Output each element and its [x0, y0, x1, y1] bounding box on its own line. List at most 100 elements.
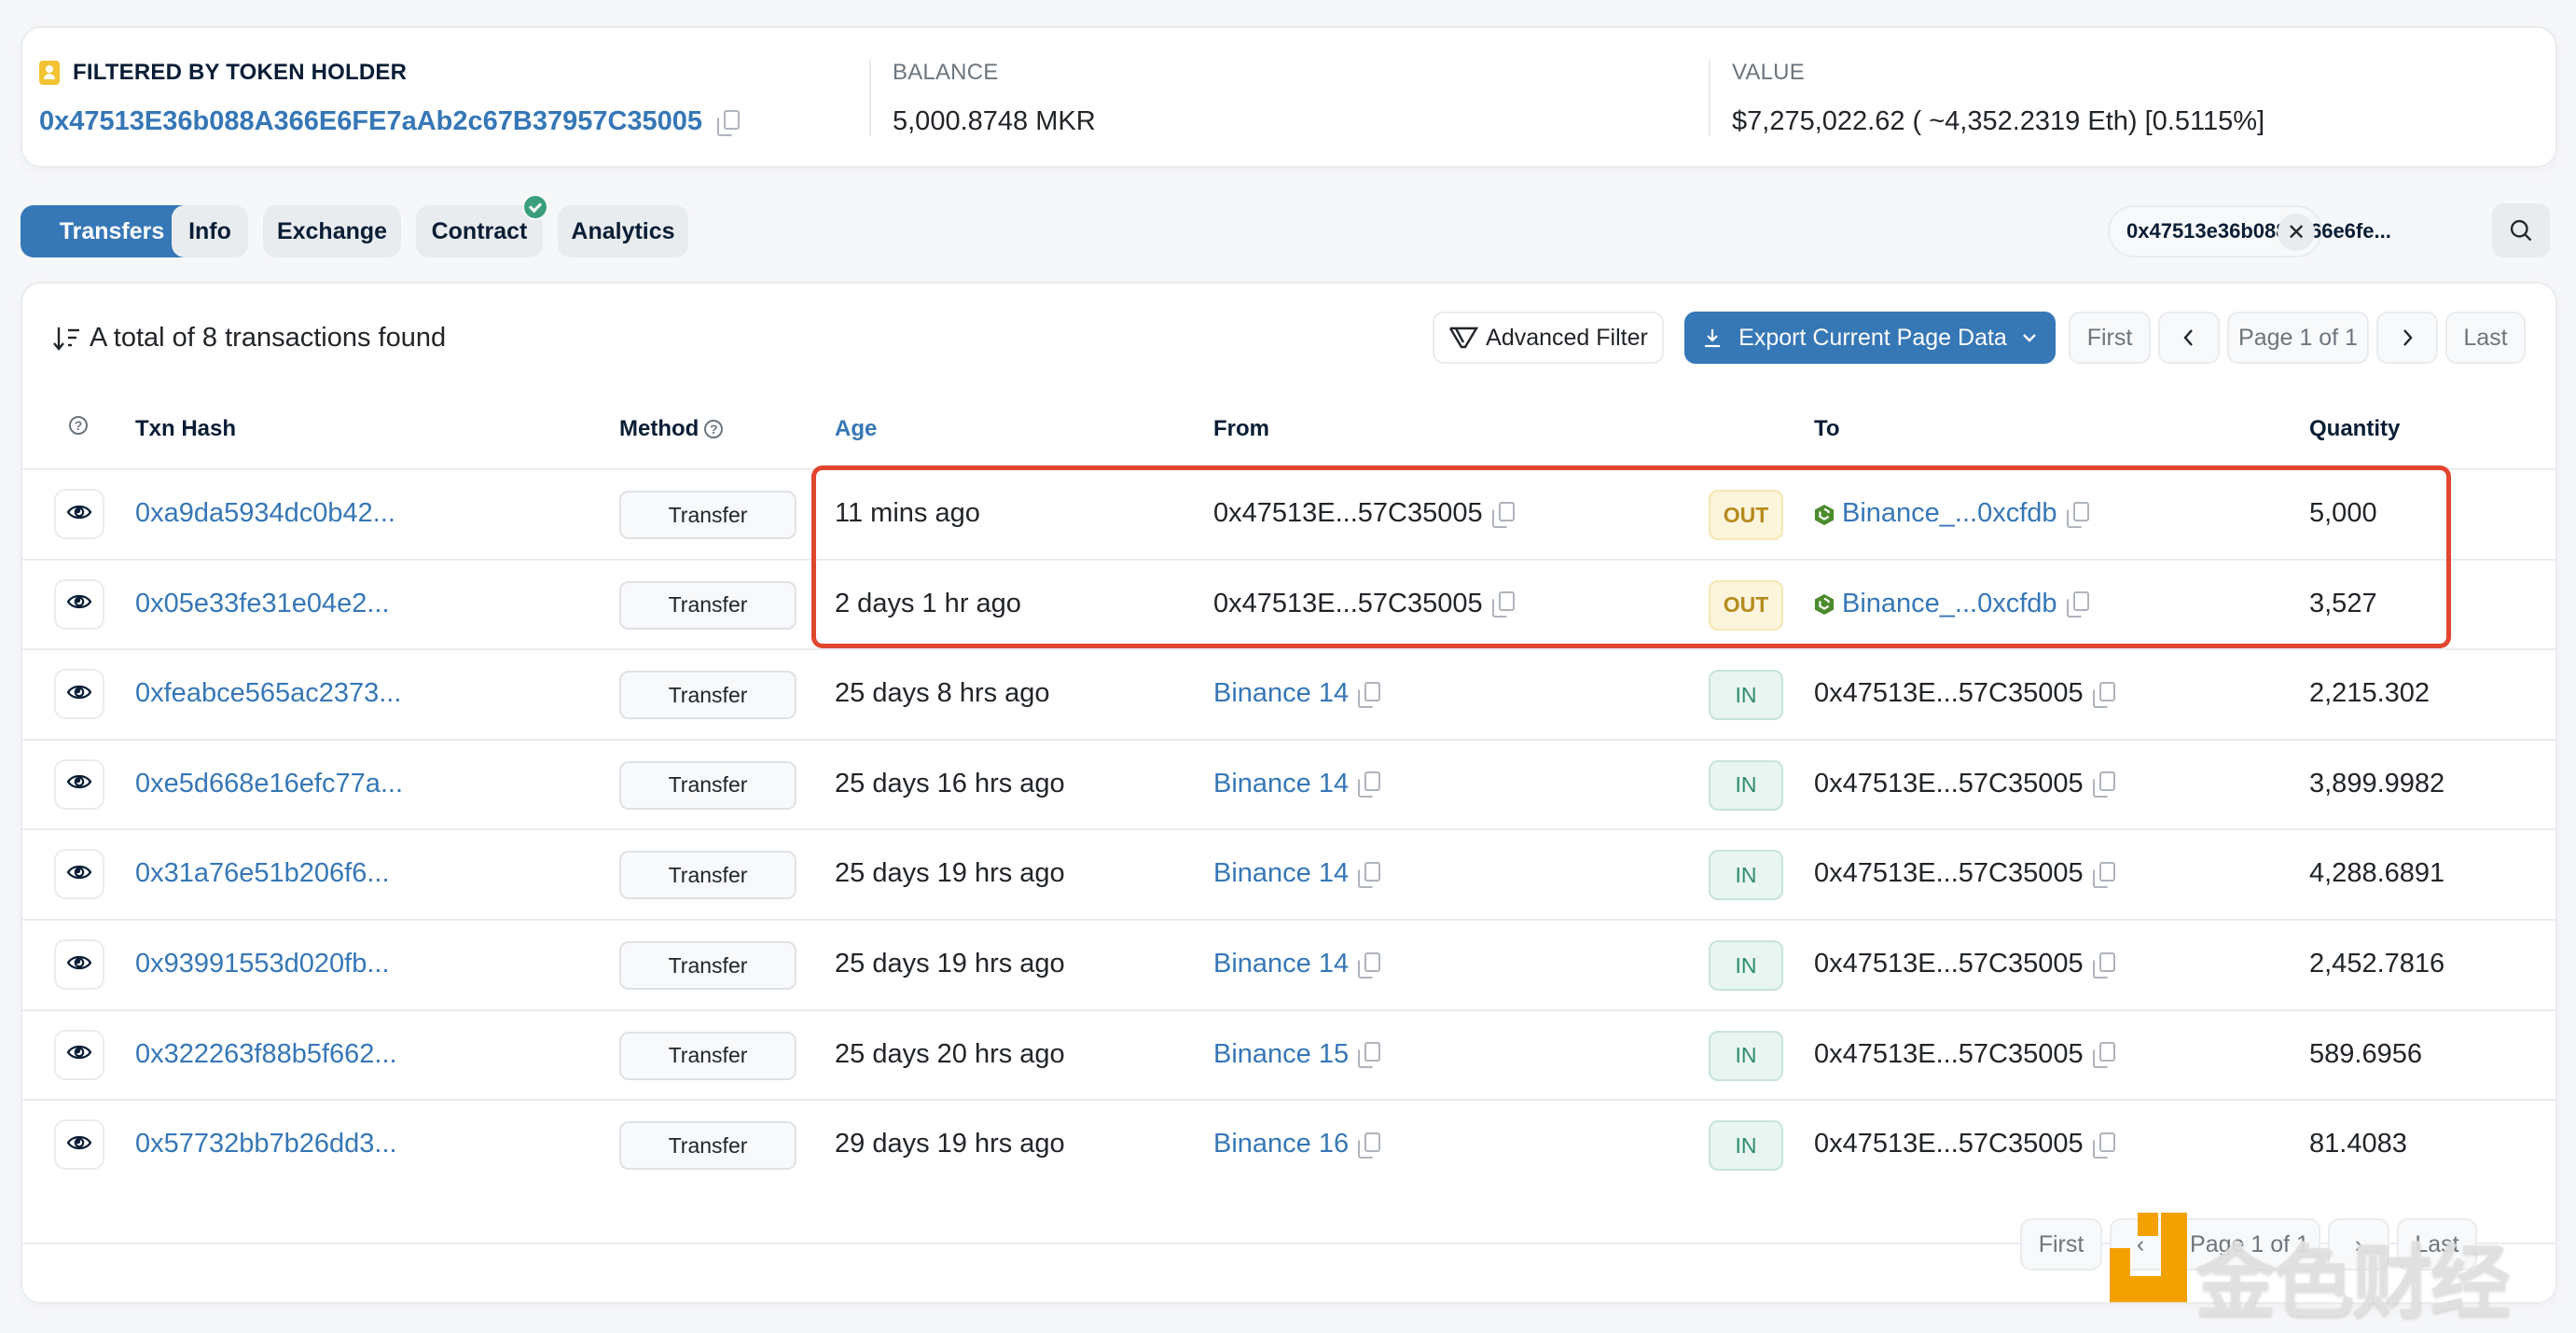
- next-page-button[interactable]: [2376, 312, 2438, 364]
- quantity-value: 3,899.9982: [2309, 768, 2445, 798]
- sort-icon: [53, 326, 79, 351]
- copy-icon[interactable]: [2092, 771, 2115, 798]
- from-address-text[interactable]: Binance 14: [1213, 949, 1349, 979]
- advanced-filter-label: Advanced Filter: [1486, 324, 1648, 351]
- from-address: Binance 14: [1213, 678, 1381, 709]
- txn-hash-link[interactable]: 0x31a76e51b206f6...: [135, 858, 390, 889]
- tab-info[interactable]: Info: [172, 205, 248, 257]
- from-address: Binance 14: [1213, 949, 1381, 979]
- view-details-button[interactable]: [54, 489, 104, 539]
- tab-analytics[interactable]: Analytics: [558, 205, 688, 257]
- copy-icon[interactable]: [2092, 1042, 2115, 1069]
- chevron-right-icon: ›: [2354, 1230, 2363, 1257]
- first-page-button-bottom[interactable]: First: [2020, 1218, 2102, 1271]
- eye-icon: [66, 863, 92, 886]
- view-details-button[interactable]: [54, 849, 104, 900]
- copy-icon[interactable]: [717, 109, 741, 136]
- value-section: VALUE $7,275,022.62 ( ~4,352.2319 Eth) […: [1732, 60, 2264, 137]
- table-row: 0x31a76e51b206f6... Transfer 25 days 19 hr…: [22, 830, 2555, 920]
- first-page-button[interactable]: First: [2069, 312, 2151, 364]
- help-column-header: ?: [69, 416, 88, 435]
- col-method-label: Method: [619, 416, 699, 441]
- txn-hash-link[interactable]: 0x93991553d020fb...: [135, 949, 390, 979]
- view-details-button[interactable]: [54, 669, 104, 720]
- view-details-button[interactable]: [54, 578, 104, 630]
- direction-badge: IN: [1709, 940, 1783, 991]
- txn-hash-link[interactable]: 0xfeabce565ac2373...: [135, 678, 401, 709]
- to-address: 0x47513E...57C35005: [1814, 1129, 2115, 1159]
- eye-icon: [66, 683, 92, 706]
- copy-icon[interactable]: [2066, 501, 2089, 528]
- copy-icon[interactable]: [1358, 1042, 1381, 1069]
- view-details-button[interactable]: [54, 758, 104, 810]
- copy-icon[interactable]: [2066, 591, 2089, 618]
- prev-page-button-bottom[interactable]: ‹: [2110, 1218, 2171, 1271]
- from-address-text[interactable]: Binance 14: [1213, 678, 1349, 709]
- copy-icon[interactable]: [1491, 591, 1515, 618]
- total-text: A total of 8 transactions found: [90, 323, 447, 353]
- to-address: 0x47513E...57C35005: [1814, 858, 2115, 889]
- to-address-text: 0x47513E...57C35005: [1814, 768, 2084, 798]
- value-value: $7,275,022.62 ( ~4,352.2319 Eth) [0.5115…: [1732, 106, 2265, 136]
- next-page-button-bottom[interactable]: ›: [2328, 1218, 2389, 1271]
- last-page-button[interactable]: Last: [2445, 312, 2526, 364]
- filter-icon: [1449, 326, 1479, 349]
- view-details-button[interactable]: [54, 1029, 104, 1080]
- quantity-value: 5,000: [2309, 498, 2377, 528]
- direction-badge: IN: [1709, 850, 1783, 901]
- from-address-text[interactable]: Binance 14: [1213, 858, 1349, 889]
- to-address-text: 0x47513E...57C35005: [1814, 949, 2084, 979]
- view-details-button[interactable]: [54, 1119, 104, 1171]
- copy-icon[interactable]: [1358, 951, 1381, 979]
- close-icon[interactable]: ✕: [2278, 214, 2315, 251]
- table-row: 0xfeabce565ac2373... Transfer 25 days 8 hr…: [22, 650, 2555, 740]
- from-address-text[interactable]: Binance 15: [1213, 1039, 1349, 1070]
- txn-hash-link[interactable]: 0x322263f88b5f662...: [135, 1039, 397, 1070]
- age-text: 25 days 20 hrs ago: [835, 1038, 1065, 1069]
- copy-icon[interactable]: [2092, 1132, 2115, 1159]
- eye-icon: [66, 772, 92, 796]
- txn-hash-link[interactable]: 0xa9da5934dc0b42...: [135, 498, 395, 529]
- search-button[interactable]: [2492, 203, 2550, 257]
- to-address-text: 0x47513E...57C35005: [1814, 678, 2084, 709]
- page-indicator: Page 1 of 1: [2227, 312, 2369, 364]
- prev-page-button[interactable]: [2158, 312, 2220, 364]
- view-details-button[interactable]: [54, 939, 104, 990]
- advanced-filter-button[interactable]: Advanced Filter: [1433, 312, 1664, 364]
- to-address: 0x47513E...57C35005: [1814, 678, 2115, 709]
- eye-icon: [66, 953, 92, 977]
- copy-icon[interactable]: [2092, 861, 2115, 888]
- copy-icon[interactable]: [1491, 501, 1515, 528]
- to-address-text[interactable]: Binance_...0xcfdb: [1842, 498, 2057, 529]
- last-page-button-bottom[interactable]: Last: [2397, 1218, 2477, 1271]
- copy-icon[interactable]: [1358, 1132, 1381, 1159]
- copy-icon[interactable]: [1358, 771, 1381, 798]
- holder-address-link[interactable]: 0x47513E36b088A366E6FE7aAb2c67B37957C350…: [39, 106, 702, 137]
- copy-icon[interactable]: [1358, 681, 1381, 708]
- export-button[interactable]: Export Current Page Data: [1684, 312, 2056, 364]
- to-address-text[interactable]: Binance_...0xcfdb: [1842, 589, 2057, 619]
- txn-hash-link[interactable]: 0xe5d668e16efc77a...: [135, 769, 403, 799]
- table-row: 0xe5d668e16efc77a... Transfer 25 days 16 h…: [22, 741, 2555, 830]
- help-icon[interactable]: ?: [69, 416, 88, 435]
- from-address: Binance 14: [1213, 858, 1381, 889]
- col-age[interactable]: Age: [835, 416, 877, 442]
- from-address-text[interactable]: Binance 14: [1213, 769, 1349, 799]
- tab-exchange[interactable]: Exchange: [263, 205, 401, 257]
- balance-section: BALANCE 5,000.8748 MKR: [893, 60, 1096, 137]
- txn-hash-link[interactable]: 0x57732bb7b26dd3...: [135, 1129, 397, 1159]
- eye-icon: [66, 1133, 92, 1157]
- direction-badge: IN: [1709, 1030, 1783, 1081]
- copy-icon[interactable]: [2092, 681, 2115, 708]
- holder-filter-chip[interactable]: 0x47513e36b088a366e6fe... ✕: [2108, 205, 2391, 257]
- help-icon[interactable]: ?: [704, 420, 724, 438]
- copy-icon[interactable]: [2092, 951, 2115, 979]
- tab-contract[interactable]: Contract: [416, 194, 548, 257]
- col-quantity: Quantity: [2309, 416, 2401, 441]
- copy-icon[interactable]: [1358, 861, 1381, 888]
- txn-hash-link[interactable]: 0x05e33fe31e04e2...: [135, 589, 390, 619]
- from-address-text[interactable]: Binance 16: [1213, 1129, 1349, 1159]
- transactions-count: A total of 8 transactions found: [52, 323, 446, 354]
- divider: [869, 60, 871, 136]
- page-indicator-bottom: Page 1 of 1: [2179, 1218, 2320, 1271]
